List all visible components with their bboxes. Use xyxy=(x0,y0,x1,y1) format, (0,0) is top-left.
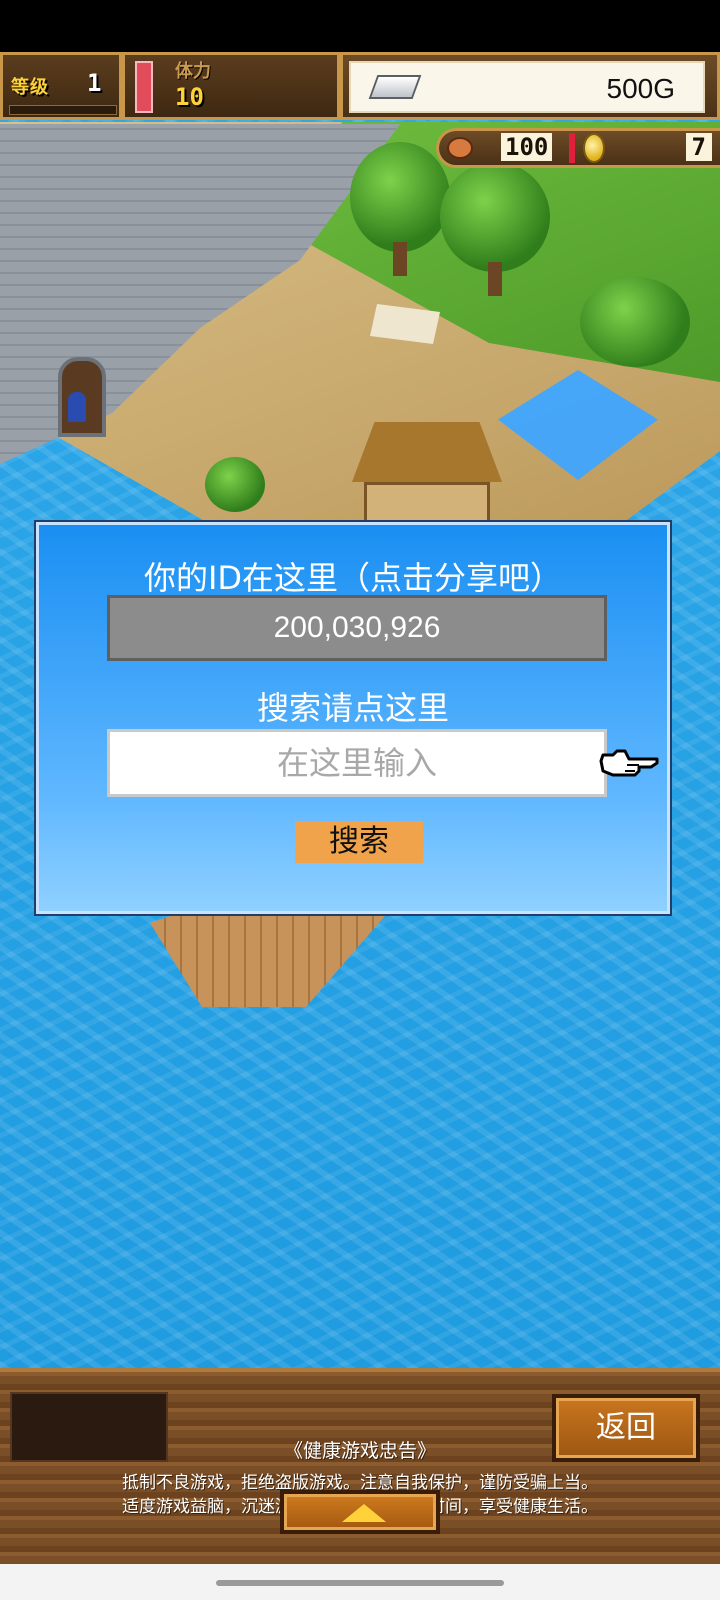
cottage-roof xyxy=(352,422,502,482)
search-title: 搜索请点这里 xyxy=(256,689,449,727)
player-id-box[interactable]: 200,030,926 xyxy=(107,595,607,661)
triangle-up-icon xyxy=(342,1504,386,1522)
id-title[interactable]: 你的ID在这里（点击分享吧） xyxy=(39,553,667,599)
silver-ingot-icon xyxy=(368,75,422,99)
hero-character xyxy=(68,392,86,422)
level-label: 等级 xyxy=(11,77,49,98)
meat-icon xyxy=(447,137,473,159)
coin-icon xyxy=(583,133,605,163)
gold-value: 500G xyxy=(606,73,676,104)
gold-panel: 500G xyxy=(340,52,720,120)
id-search-dialog: 你的ID在这里（点击分享吧） 200,030,926 搜索请点这里 搜索 xyxy=(36,522,670,914)
stamina-gauge xyxy=(135,61,153,113)
stamina-label: 体力 xyxy=(175,61,211,82)
gold-display: 500G xyxy=(349,61,705,113)
search-input[interactable] xyxy=(107,729,607,797)
bush xyxy=(205,457,265,512)
tree xyxy=(350,142,450,252)
level-value: 1 xyxy=(87,69,102,97)
resource-panel: 100 7 xyxy=(436,128,720,168)
coin-value: 7 xyxy=(685,133,712,161)
exp-bar xyxy=(9,105,117,115)
stamina-value: 10 xyxy=(175,83,204,111)
divider xyxy=(569,133,575,163)
expand-button[interactable] xyxy=(280,1490,440,1534)
home-indicator[interactable] xyxy=(216,1580,504,1586)
search-button[interactable]: 搜索 xyxy=(295,821,423,863)
tree xyxy=(580,277,690,367)
health-notice-title: 《健康游戏忠告》 xyxy=(283,1440,436,1462)
stamina-panel: 体力 10 xyxy=(122,52,340,120)
tree xyxy=(440,162,550,272)
bottom-bar: 返回 《健康游戏忠告》 抵制不良游戏，拒绝盗版游戏。注意自我保护，谨防受骗上当。… xyxy=(0,1368,720,1564)
food-value: 100 xyxy=(501,133,553,161)
status-bar xyxy=(0,0,720,52)
tree-trunk xyxy=(488,262,502,296)
pointing-hand-icon xyxy=(599,749,659,777)
level-panel: 等级 1 xyxy=(0,52,122,120)
system-nav-bar xyxy=(0,1564,720,1600)
tree-trunk xyxy=(393,242,407,276)
